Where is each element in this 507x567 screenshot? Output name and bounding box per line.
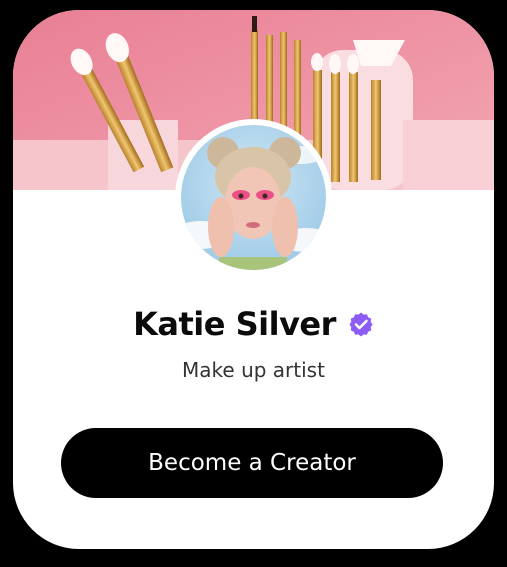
name-row: Katie Silver xyxy=(13,305,494,343)
avatar[interactable] xyxy=(181,125,326,270)
profile-card: Katie Silver Make up artist Become a Cre… xyxy=(13,10,494,549)
verified-badge-icon xyxy=(348,311,374,337)
avatar-ring xyxy=(175,119,332,276)
profile-role: Make up artist xyxy=(182,358,325,382)
become-creator-button[interactable]: Become a Creator xyxy=(61,428,443,498)
profile-name: Katie Silver xyxy=(133,305,336,343)
